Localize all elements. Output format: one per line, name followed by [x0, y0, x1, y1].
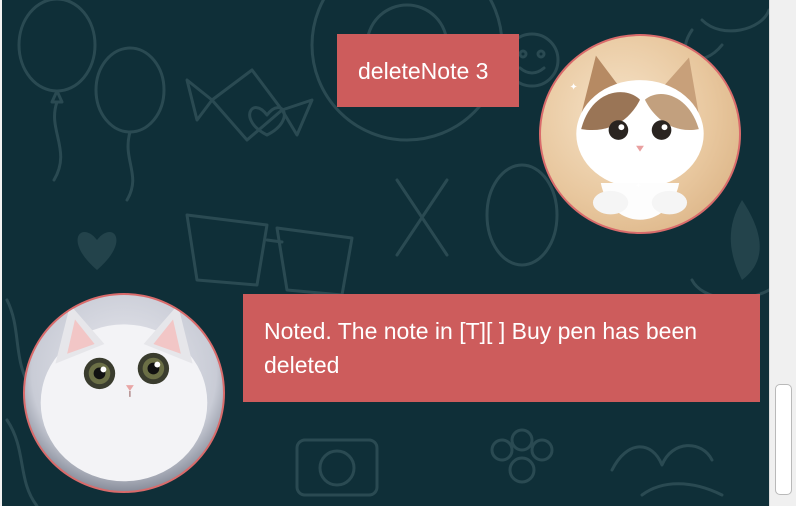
svg-text:✦: ✦: [635, 181, 642, 190]
cat-avatar-icon: ✦ ✦: [539, 34, 741, 234]
vertical-scrollbar[interactable]: [769, 0, 796, 506]
bot-message-bubble: Noted. The note in [T][ ] Buy pen has be…: [243, 294, 760, 402]
chat-window: deleteNote 3 ✦ ✦ Noted. The note in [T][…: [0, 0, 796, 506]
dialog-container[interactable]: deleteNote 3 ✦ ✦ Noted. The note in [T][…: [2, 0, 769, 506]
user-message-text: deleteNote 3: [358, 58, 489, 84]
user-message-bubble: deleteNote 3: [337, 34, 519, 107]
bot-message-text: Noted. The note in [T][ ] Buy pen has be…: [264, 318, 698, 378]
white-cat-avatar-icon: [23, 293, 225, 493]
scrollbar-thumb[interactable]: [775, 384, 792, 495]
svg-text:✦: ✦: [569, 82, 577, 93]
